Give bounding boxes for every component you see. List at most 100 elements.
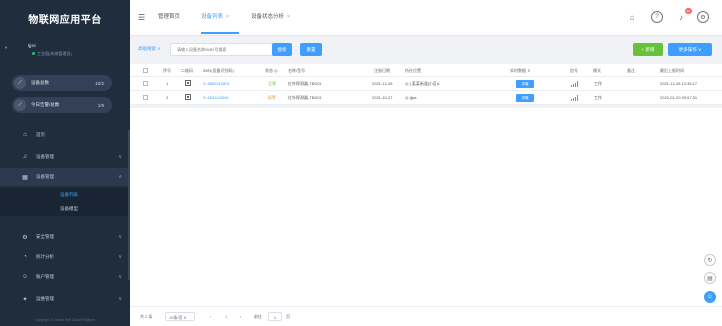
sidebar: 物联网应用平台 ▼ tjjss 工业园(系统管理员) ⟋ 设备总数 10/2 ⟋…	[0, 0, 130, 326]
advanced-search-toggle[interactable]: 高级搜索 ∨	[138, 46, 161, 52]
user-org: 工业园(系统管理员)	[32, 51, 72, 57]
chat-icon[interactable]: ☺	[704, 291, 716, 303]
sidebar-item-security[interactable]: ⚙ 安全管理 ∨	[0, 228, 130, 246]
sidebar-item-ops[interactable]: ✦ 运维管理 ∨	[0, 290, 130, 308]
table-body-empty-area	[130, 108, 722, 306]
home-icon[interactable]: ⌂	[626, 11, 638, 23]
detail-button[interactable]: 详情	[516, 80, 534, 88]
col-qr: 二维码	[181, 68, 193, 73]
stat-count: 10/2	[95, 80, 104, 86]
status-badge: 报警	[268, 95, 276, 100]
table-row[interactable]: 2 ⊙ 86310/3306 报警 红外探测器-TBD01 2021-10-27…	[130, 91, 722, 105]
goto-page-input[interactable]: 1	[268, 312, 282, 321]
app-root: 物联网应用平台 ▼ tjjss 工业园(系统管理员) ⟋ 设备总数 10/2 ⟋…	[0, 0, 722, 326]
toolbar: 高级搜索 ∨ ⇕ 搜索 重置 + 新增 更多操作 ∨	[130, 36, 722, 64]
pagination: 共 2 条 10条/页 ∨ ‹ 1 › 前往 1 页	[130, 306, 722, 326]
signal-strength-icon	[571, 81, 578, 87]
chevron-down-icon: ∨	[118, 154, 122, 160]
user-tag: ▼	[4, 45, 8, 50]
qr-code-icon[interactable]	[185, 94, 191, 100]
online-dot-icon	[32, 52, 35, 56]
search-button[interactable]: 搜索	[272, 43, 292, 56]
row-last-report: 2021-12-28 13:35:17	[660, 81, 698, 86]
shield-icon: ⚙	[22, 234, 28, 241]
col-location: 所在位置	[405, 68, 421, 73]
row-index: 1	[166, 81, 169, 86]
row-checkbox[interactable]	[143, 95, 148, 100]
settings-icon: ✦	[22, 296, 28, 303]
row-reg-date: 2021-10-27	[372, 95, 393, 100]
add-device-button[interactable]: + 新增	[633, 43, 663, 56]
search-input[interactable]	[177, 47, 277, 52]
col-index: 序号	[163, 68, 171, 73]
sidebar-item-gateway[interactable]: ♫ 设备管理 ∨	[0, 148, 130, 166]
detail-button[interactable]: 详情	[516, 94, 534, 102]
bell-icon: ♫	[22, 154, 28, 160]
close-icon[interactable]: ×	[287, 14, 290, 20]
next-page-button[interactable]: ›	[240, 314, 241, 319]
row-checkbox[interactable]	[143, 81, 148, 86]
row-last-report: 2022-01-20 09:57:31	[660, 95, 698, 100]
stat-device-total[interactable]: ⟋ 设备总数 10/2	[12, 75, 112, 91]
status-badge: 正常	[268, 81, 276, 86]
col-remark: 备注	[627, 68, 635, 73]
device-table: 序号 二维码 IMEI(设备识别码) 状态 ◎ 名称/型号 注册日期 所在位置 …	[130, 64, 722, 105]
chevron-down-icon: ∨	[118, 254, 122, 260]
page-suffix: 页	[286, 314, 290, 319]
prev-page-button[interactable]: ‹	[210, 314, 211, 319]
refresh-icon[interactable]: ↻	[704, 254, 716, 266]
notification-bell-icon[interactable]: ♪ 42	[675, 8, 692, 23]
table-row[interactable]: 1 ⊙ 8660313001 正常 红外探测器-TBD01 2021-12-28…	[130, 77, 722, 91]
stat-count: 1/9	[97, 102, 104, 108]
sidebar-item-account[interactable]: ☺ 账户管理 ∨	[0, 268, 130, 286]
col-last-report: 最后上报时间	[660, 68, 684, 73]
tab-device-list[interactable]: 设备列表 ×	[201, 12, 229, 20]
close-icon[interactable]: ×	[226, 14, 229, 20]
chevron-up-icon: ∧	[118, 174, 122, 180]
sidebar-item-stats[interactable]: ◔ 统计分析 ∨	[0, 248, 130, 266]
row-name: 红外探测器-TBD01	[288, 81, 322, 86]
reset-button[interactable]: 重置	[300, 43, 322, 56]
row-imei-link[interactable]: ⊙ 86310/3306	[203, 95, 229, 100]
tab-device-status[interactable]: 设备状态分析 ×	[251, 12, 290, 20]
submenu-device: 设备列表 设备模型	[0, 188, 130, 216]
col-realtime[interactable]: 实时数据 ⇕	[510, 68, 530, 74]
sidebar-item-home[interactable]: ⌂ 首页	[0, 126, 130, 144]
user-icon: ☺	[21, 274, 29, 280]
qr-code-icon[interactable]	[185, 80, 191, 86]
sidebar-item-device-model[interactable]: 设备模型	[0, 202, 130, 216]
settings-icon[interactable]: ⚙	[697, 11, 709, 23]
current-page[interactable]: 1	[225, 314, 227, 319]
menu-toggle-icon[interactable]: ☰	[138, 13, 145, 22]
notification-badge: 42	[684, 8, 692, 14]
row-mode: 工作	[594, 81, 602, 86]
row-name: 红外探测器-TBD01	[288, 95, 322, 100]
chart-icon: ⟋	[14, 99, 26, 111]
row-reg-date: 2021-12-28	[372, 81, 393, 86]
select-all-checkbox[interactable]	[143, 68, 148, 73]
col-mode: 模式	[593, 68, 601, 73]
sidebar-item-device-list[interactable]: 设备列表	[0, 188, 130, 202]
home-icon: ⌂	[23, 132, 27, 138]
col-name: 名称/型号	[288, 68, 306, 73]
tab-home[interactable]: 管理首页	[158, 12, 180, 20]
row-imei-link[interactable]: ⊙ 8660313001	[203, 81, 230, 86]
table-header: 序号 二维码 IMEI(设备识别码) 状态 ◎ 名称/型号 注册日期 所在位置 …	[130, 64, 722, 77]
chevron-down-icon: ∨	[118, 296, 122, 302]
stat-alarm-today[interactable]: ⟋ 今日告警/总数 1/9	[12, 97, 112, 113]
copyright: Copyright © Smart Fire Cloud Platform	[35, 318, 95, 322]
help-icon[interactable]: ?	[651, 11, 663, 23]
top-header: ☰ 管理首页 设备列表 × 设备状态分析 × ⌂ ? ♪ 42 ⚙	[130, 0, 722, 36]
chevron-down-icon: ∨	[118, 234, 122, 240]
chevron-down-icon: ∨	[118, 274, 122, 280]
chart-icon: ⟋	[14, 77, 26, 89]
more-actions-button[interactable]: 更多操作 ∨	[668, 43, 712, 56]
row-index: 2	[166, 95, 169, 100]
page-size-select[interactable]: 10条/页 ∨	[165, 312, 195, 321]
stat-label: 设备总数	[31, 80, 49, 85]
document-icon[interactable]: ▤	[704, 272, 716, 284]
col-imei: IMEI(设备识别码)	[203, 68, 234, 73]
goto-label: 前往	[254, 314, 262, 319]
col-status[interactable]: 状态 ◎	[265, 68, 278, 74]
sidebar-item-device-management[interactable]: ▦ 设备管理 ∧	[0, 168, 130, 186]
